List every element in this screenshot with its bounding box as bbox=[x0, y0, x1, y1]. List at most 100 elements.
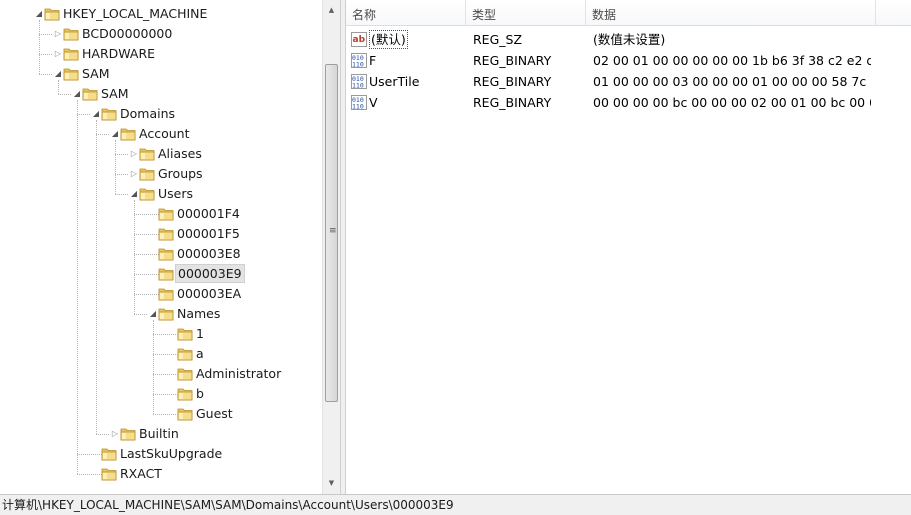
folder-icon bbox=[101, 107, 117, 121]
value-name: F bbox=[369, 53, 377, 68]
folder-icon bbox=[44, 7, 60, 21]
expand-arrow-icon[interactable]: ▷ bbox=[110, 424, 120, 444]
tree-node-label[interactable]: Aliases bbox=[156, 144, 204, 163]
value-data: (数值未设置) bbox=[593, 32, 666, 47]
tree-node-label[interactable]: Names bbox=[175, 304, 222, 323]
tree-node[interactable]: Administrator bbox=[0, 364, 320, 384]
collapse-arrow-icon[interactable]: ◢ bbox=[129, 184, 139, 204]
registry-values-list[interactable]: 名称 类型 数据 ab (默认) REG_SZ (数值未设置) 010 110 F REG_B… bbox=[346, 0, 911, 494]
registry-value-row[interactable]: 010 110 V REG_BINARY 00 00 00 00 bc 00 00 00… bbox=[346, 92, 911, 113]
scrollbar-thumb[interactable]: ≡ bbox=[325, 64, 338, 402]
tree-node-label[interactable]: 000001F5 bbox=[175, 224, 242, 243]
expand-arrow-icon[interactable]: ▷ bbox=[129, 164, 139, 184]
tree-node[interactable]: 000001F4 bbox=[0, 204, 320, 224]
tree-node-label[interactable]: HARDWARE bbox=[80, 44, 157, 63]
tree-node-label[interactable]: LastSkuUpgrade bbox=[118, 444, 224, 463]
folder-icon bbox=[82, 87, 98, 101]
tree-node-label[interactable]: a bbox=[194, 344, 206, 363]
collapse-arrow-icon[interactable]: ◢ bbox=[148, 304, 158, 324]
tree-node[interactable]: ◢ Names bbox=[0, 304, 320, 324]
folder-icon bbox=[63, 67, 79, 81]
status-path: 计算机\HKEY_LOCAL_MACHINE\SAM\SAM\Domains\A… bbox=[2, 498, 454, 512]
tree-node-label[interactable]: 000001F4 bbox=[175, 204, 242, 223]
tree-node[interactable]: ▷ BCD00000000 bbox=[0, 24, 320, 44]
tree-node-label[interactable]: 000003E8 bbox=[175, 244, 243, 263]
registry-value-row[interactable]: 010 110 F REG_BINARY 02 00 01 00 00 00 00 00… bbox=[346, 50, 911, 71]
folder-icon bbox=[63, 47, 79, 61]
tree-node-label[interactable]: Groups bbox=[156, 164, 205, 183]
tree-node[interactable]: RXACT bbox=[0, 464, 320, 484]
tree-node[interactable]: ▷ Groups bbox=[0, 164, 320, 184]
scroll-up-arrow-icon[interactable]: ▲ bbox=[323, 2, 340, 19]
collapse-arrow-icon[interactable]: ◢ bbox=[110, 124, 120, 144]
tree-node-label[interactable]: Guest bbox=[194, 404, 235, 423]
tree-node[interactable]: b bbox=[0, 384, 320, 404]
tree-node[interactable]: 000003E9 bbox=[0, 264, 320, 284]
folder-icon bbox=[177, 387, 193, 401]
status-bar: 计算机\HKEY_LOCAL_MACHINE\SAM\SAM\Domains\A… bbox=[0, 494, 911, 515]
folder-icon bbox=[177, 407, 193, 421]
tree-node-label[interactable]: Domains bbox=[118, 104, 177, 123]
tree-node[interactable]: a bbox=[0, 344, 320, 364]
registry-value-row[interactable]: ab (默认) REG_SZ (数值未设置) bbox=[346, 29, 911, 50]
scroll-down-arrow-icon[interactable]: ▼ bbox=[323, 475, 340, 492]
binary-value-icon: 010 110 bbox=[351, 74, 367, 90]
tree-node-label[interactable]: HKEY_LOCAL_MACHINE bbox=[61, 4, 209, 23]
tree-node-label[interactable]: 000003E9 bbox=[175, 264, 245, 283]
tree-node-label[interactable]: 1 bbox=[194, 324, 206, 343]
tree-node-label[interactable]: Users bbox=[156, 184, 195, 203]
value-type: REG_BINARY bbox=[473, 95, 552, 110]
tree-node-label[interactable]: RXACT bbox=[118, 464, 164, 483]
svg-text:ab: ab bbox=[353, 35, 366, 45]
column-header-type[interactable]: 类型 bbox=[466, 0, 586, 26]
tree-node[interactable]: ▷ Builtin bbox=[0, 424, 320, 444]
expand-arrow-icon[interactable]: ▷ bbox=[53, 44, 63, 64]
folder-icon bbox=[139, 187, 155, 201]
tree-node[interactable]: 000003E8 bbox=[0, 244, 320, 264]
tree-node[interactable]: ◢ SAM bbox=[0, 84, 320, 104]
column-header-name[interactable]: 名称 bbox=[346, 0, 466, 26]
tree-node-label[interactable]: SAM bbox=[80, 64, 112, 83]
value-name: V bbox=[369, 95, 378, 110]
folder-icon bbox=[120, 427, 136, 441]
collapse-arrow-icon[interactable]: ◢ bbox=[34, 4, 44, 24]
tree-vertical-scrollbar[interactable]: ▲ ≡ ▼ bbox=[322, 0, 340, 494]
svg-text:110: 110 bbox=[352, 82, 364, 90]
tree-node[interactable]: ▷ HARDWARE bbox=[0, 44, 320, 64]
tree-node-label[interactable]: Administrator bbox=[194, 364, 283, 383]
collapse-arrow-icon[interactable]: ◢ bbox=[91, 104, 101, 124]
tree-node-label[interactable]: BCD00000000 bbox=[80, 24, 174, 43]
column-header-data[interactable]: 数据 bbox=[586, 0, 876, 26]
folder-icon bbox=[120, 127, 136, 141]
tree-node-label[interactable]: b bbox=[194, 384, 206, 403]
tree-node[interactable]: 1 bbox=[0, 324, 320, 344]
folder-icon bbox=[177, 367, 193, 381]
tree-node[interactable]: ◢ Users bbox=[0, 184, 320, 204]
expand-arrow-icon[interactable]: ▷ bbox=[129, 144, 139, 164]
folder-icon bbox=[158, 227, 174, 241]
tree-node-label[interactable]: Builtin bbox=[137, 424, 181, 443]
tree-node[interactable]: ◢ Domains bbox=[0, 104, 320, 124]
value-name: (默认) bbox=[369, 30, 408, 49]
collapse-arrow-icon[interactable]: ◢ bbox=[72, 84, 82, 104]
folder-icon bbox=[158, 247, 174, 261]
tree-node-label[interactable]: Account bbox=[137, 124, 191, 143]
tree-node[interactable]: LastSkuUpgrade bbox=[0, 444, 320, 464]
expand-arrow-icon[interactable]: ▷ bbox=[53, 24, 63, 44]
folder-icon bbox=[101, 447, 117, 461]
tree-node[interactable]: 000001F5 bbox=[0, 224, 320, 244]
tree-node[interactable]: Guest bbox=[0, 404, 320, 424]
registry-key-tree[interactable]: ◢ HKEY_LOCAL_MACHINE ▷ BCD00000000 ▷ HARDWARE… bbox=[0, 0, 342, 494]
collapse-arrow-icon[interactable]: ◢ bbox=[53, 64, 63, 84]
tree-node[interactable]: ◢ HKEY_LOCAL_MACHINE bbox=[0, 4, 320, 24]
tree-node-label[interactable]: SAM bbox=[99, 84, 131, 103]
tree-node[interactable]: ◢ Account bbox=[0, 124, 320, 144]
tree-node[interactable]: 000003EA bbox=[0, 284, 320, 304]
tree-node-label[interactable]: 000003EA bbox=[175, 284, 243, 303]
tree-node[interactable]: ◢ SAM bbox=[0, 64, 320, 84]
tree-node[interactable]: ▷ Aliases bbox=[0, 144, 320, 164]
folder-icon bbox=[177, 327, 193, 341]
binary-value-icon: 010 110 bbox=[351, 53, 367, 69]
svg-text:110: 110 bbox=[352, 103, 364, 111]
registry-value-row[interactable]: 010 110 UserTile REG_BINARY 01 00 00 00 03 0… bbox=[346, 71, 911, 92]
